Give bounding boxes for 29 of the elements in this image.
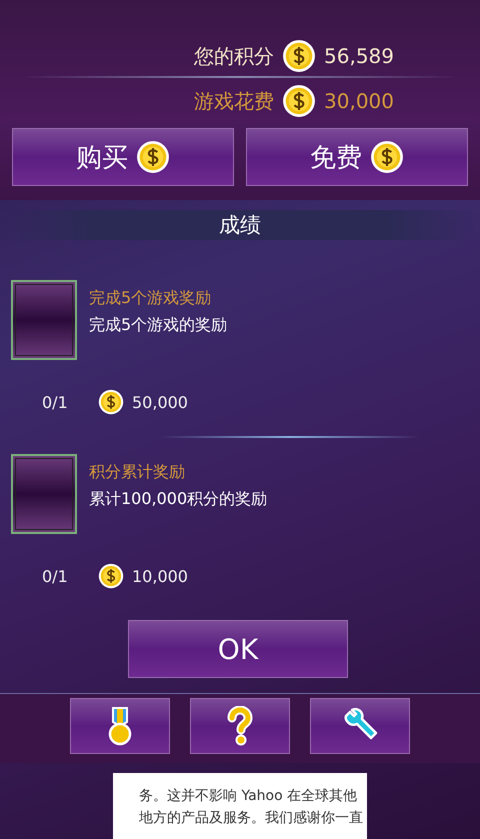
achievement-description: 完成5个游戏的奖励 — [89, 315, 228, 336]
reward-amount: 50,000 — [132, 392, 188, 412]
coin-icon — [370, 140, 404, 174]
notice-text: 地方的产品及服务。我们感谢你一直 — [139, 809, 364, 828]
toolbar-button[interactable] — [190, 698, 290, 754]
achievement-title: 完成5个游戏奖励 — [89, 288, 212, 309]
coin-button[interactable]: 购买 — [12, 128, 234, 186]
section-title: 成绩 — [219, 212, 261, 239]
toolbar-button[interactable] — [310, 698, 410, 754]
cost-label: 游戏花费 — [194, 88, 274, 114]
score-value: 56,589 — [324, 44, 394, 68]
achievement-description: 累计100,000积分的奖励 — [89, 489, 268, 510]
cost-value: 30,000 — [324, 89, 394, 113]
progress-count: 0/1 — [41, 392, 69, 412]
toolbar-button[interactable] — [70, 698, 170, 754]
medal-icon — [107, 706, 133, 746]
progress-count: 0/1 — [41, 566, 69, 586]
notice-text: 务。这并不影响 Yahoo 在全球其他 — [139, 787, 358, 806]
coin-button[interactable]: 免费 — [246, 128, 468, 186]
coin-icon — [136, 140, 170, 174]
ok-button[interactable]: OK — [128, 620, 348, 678]
coin-icon — [282, 39, 316, 73]
coin-icon — [98, 389, 124, 415]
coin-icon — [282, 84, 316, 118]
help-icon — [225, 706, 255, 746]
coin-icon — [98, 563, 124, 589]
achievement-title: 积分累计奖励 — [89, 462, 186, 483]
reward-amount: 10,000 — [132, 566, 188, 586]
score-label: 您的积分 — [194, 42, 274, 70]
